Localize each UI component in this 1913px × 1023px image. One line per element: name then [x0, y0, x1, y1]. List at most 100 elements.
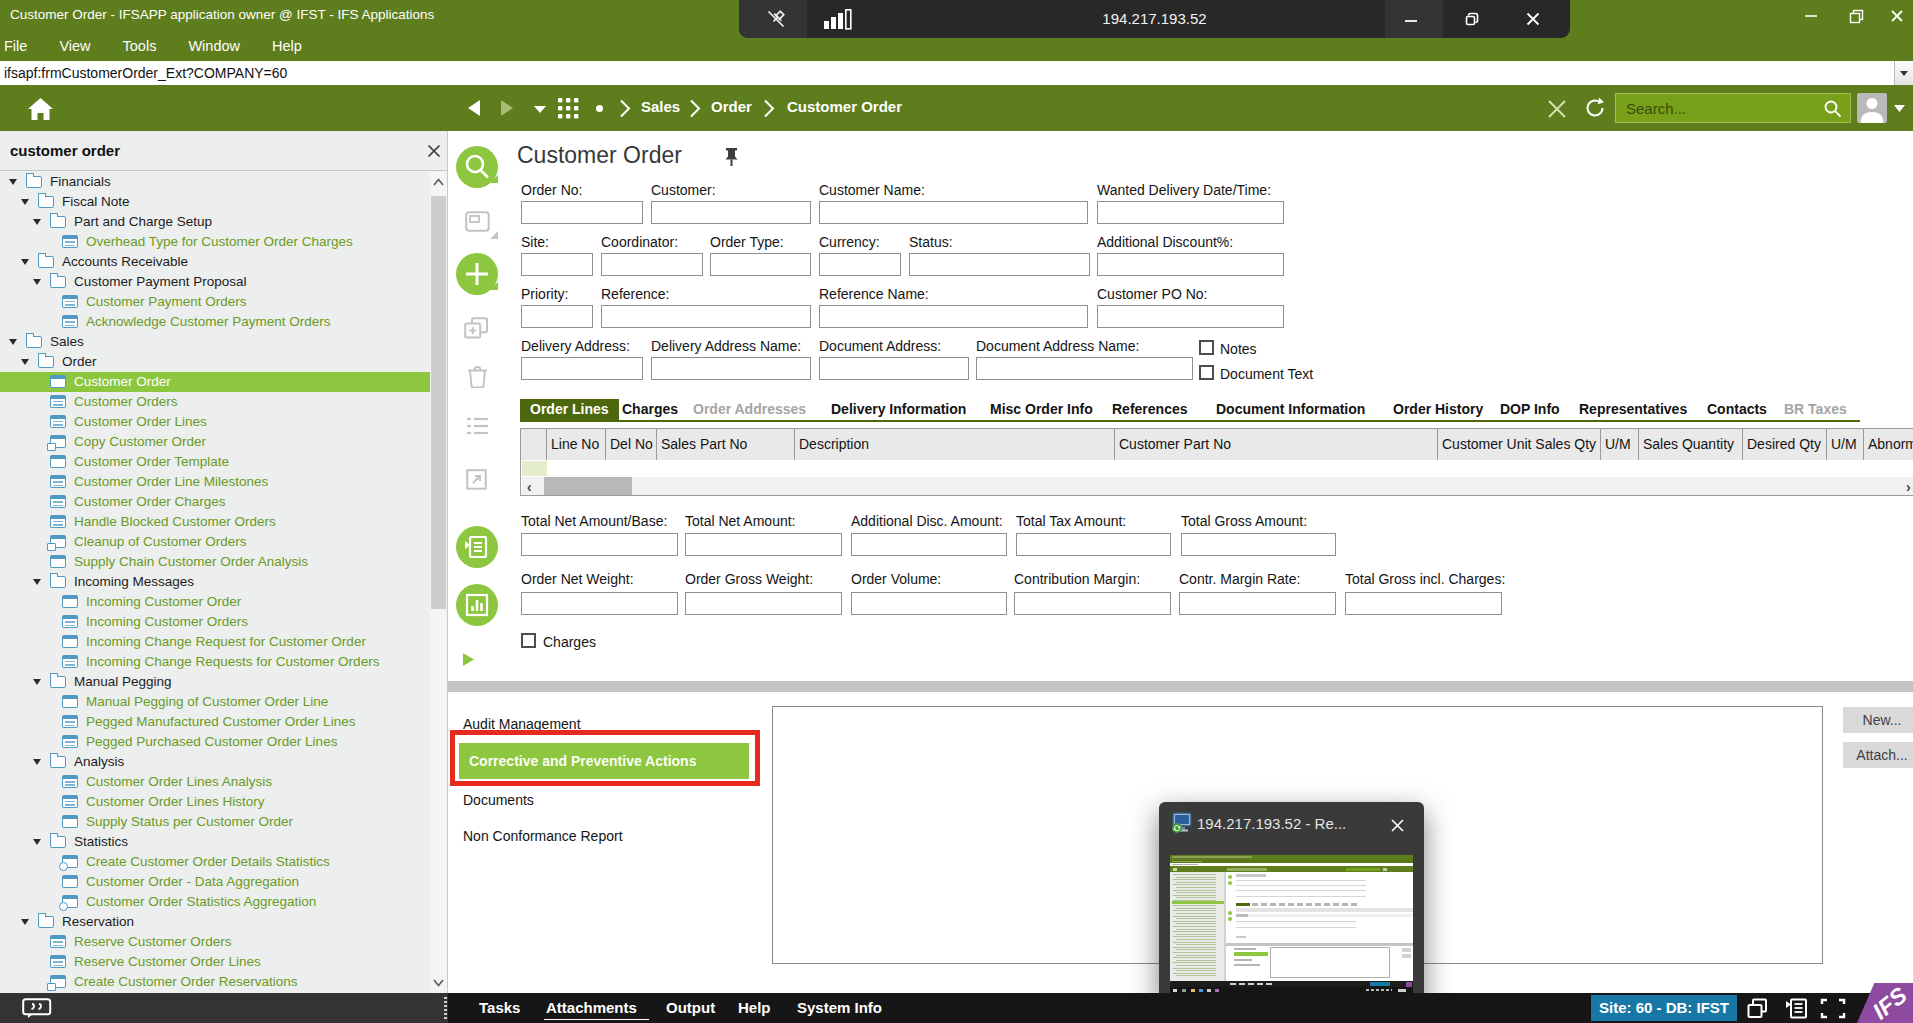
order-gross-weight-field[interactable]: [685, 592, 842, 615]
tree-item[interactable]: Customer Orders: [0, 392, 430, 412]
close-page-icon[interactable]: [1546, 98, 1568, 120]
delete-record-icon[interactable]: [467, 364, 488, 388]
column-header[interactable]: [521, 429, 547, 460]
column-header[interactable]: Sales Quantity: [1639, 429, 1743, 460]
tab-charges[interactable]: Charges: [622, 399, 678, 420]
feedback-bubble-icon[interactable]: [22, 998, 52, 1019]
tree-item[interactable]: Incoming Messages: [0, 572, 430, 592]
attachment-item-documents[interactable]: Documents: [463, 792, 534, 808]
scroll-down-icon[interactable]: [433, 979, 444, 987]
address-input[interactable]: ifsapf:frmCustomerOrder_Ext?COMPANY=60: [0, 61, 1894, 85]
window-minimize-icon[interactable]: [1803, 8, 1819, 24]
tab-contacts[interactable]: Contacts: [1707, 399, 1767, 420]
tree-item[interactable]: Financials: [0, 172, 430, 192]
global-search-box[interactable]: Search...: [1615, 93, 1851, 123]
tab-br-taxes[interactable]: BR Taxes: [1784, 399, 1847, 420]
statusbar-system-info[interactable]: System Info: [797, 999, 882, 1016]
tab-dop-info[interactable]: DOP Info: [1500, 399, 1560, 420]
coordinator-field[interactable]: [601, 253, 703, 276]
tree-item[interactable]: Supply Status per Customer Order: [0, 812, 430, 832]
tree-item[interactable]: Supply Chain Customer Order Analysis: [0, 552, 430, 572]
app-grid-icon[interactable]: [558, 98, 579, 119]
rdp-thumbnail-window[interactable]: 194.217.193.52 - Re...: [1159, 802, 1424, 1003]
tree-item[interactable]: Pegged Manufactured Customer Order Lines: [0, 712, 430, 732]
tab-order-addresses[interactable]: Order Addresses: [693, 399, 806, 420]
tab-order-lines[interactable]: Order Lines: [520, 399, 619, 420]
column-header[interactable]: Del No: [606, 429, 657, 460]
column-header[interactable]: U/M: [1601, 429, 1639, 460]
tab-representatives[interactable]: Representatives: [1579, 399, 1687, 420]
tree-item[interactable]: Pegged Purchased Customer Order Lines: [0, 732, 430, 752]
column-header[interactable]: Desired Qty: [1743, 429, 1827, 460]
new-button[interactable]: New...: [1843, 707, 1913, 733]
scroll-left-icon[interactable]: ‹: [527, 479, 532, 495]
clear-search-icon[interactable]: [427, 144, 441, 158]
total-gross-amount-field[interactable]: [1181, 533, 1336, 556]
customer-name-field[interactable]: [819, 201, 1088, 224]
menu-item[interactable]: Tools: [119, 38, 161, 54]
scroll-up-icon[interactable]: [433, 178, 444, 186]
note-icon[interactable]: [465, 211, 490, 232]
expand-arrow-icon[interactable]: [21, 919, 29, 925]
total-gross-incl-charges-field[interactable]: [1345, 592, 1502, 615]
menu-item[interactable]: View: [55, 38, 94, 54]
breadcrumb-order[interactable]: Order: [711, 98, 752, 115]
expand-arrow-icon[interactable]: [33, 759, 41, 765]
expand-arrow-icon[interactable]: [9, 179, 17, 185]
expand-toolbar-icon[interactable]: [462, 652, 475, 667]
total-tax-amount-field[interactable]: [1016, 533, 1171, 556]
column-header[interactable]: Customer Unit Sales Qty: [1438, 429, 1601, 460]
delivery-address-field[interactable]: [521, 357, 643, 380]
expand-arrow-icon[interactable]: [21, 259, 29, 265]
contr-margin-rate-field[interactable]: [1179, 592, 1336, 615]
tree-item[interactable]: Manual Pegging of Customer Order Line: [0, 692, 430, 712]
table-hscrollbar[interactable]: ‹ ›: [522, 477, 1913, 495]
statusbar-attachments[interactable]: Attachments: [546, 999, 637, 1016]
rdp-restore-icon[interactable]: [1464, 11, 1480, 27]
document-address-field[interactable]: [819, 357, 969, 380]
back-icon[interactable]: [466, 99, 482, 117]
history-dropdown-icon[interactable]: [533, 105, 547, 114]
output-log-icon[interactable]: [1785, 998, 1808, 1019]
tree-item[interactable]: Sales: [0, 332, 430, 352]
status-field[interactable]: [909, 253, 1090, 276]
report-button[interactable]: [456, 526, 498, 568]
tab-document-information[interactable]: Document Information: [1216, 399, 1365, 420]
tree-item[interactable]: Part and Charge Setup: [0, 212, 430, 232]
tree-item[interactable]: Create Customer Order Details Statistics: [0, 852, 430, 872]
expand-arrow-icon[interactable]: [9, 339, 17, 345]
window-restore-icon[interactable]: [1849, 8, 1865, 24]
statusbar-help[interactable]: Help: [738, 999, 771, 1016]
expand-arrow-icon[interactable]: [21, 359, 29, 365]
window-close-icon[interactable]: [1889, 8, 1905, 24]
customer-po-field[interactable]: [1097, 305, 1284, 328]
search-dropdown-corner-icon[interactable]: [490, 175, 498, 183]
analyze-button[interactable]: [456, 584, 498, 626]
tree-item[interactable]: Copy Customer Order: [0, 432, 430, 452]
rdp-minimize-icon[interactable]: [1403, 11, 1419, 27]
tree-item[interactable]: Reserve Customer Orders: [0, 932, 430, 952]
expand-arrow-icon[interactable]: [33, 679, 41, 685]
tree-item[interactable]: Customer Order Lines History: [0, 792, 430, 812]
list-view-icon[interactable]: [466, 416, 489, 436]
statusbar-output[interactable]: Output: [666, 999, 715, 1016]
row-selector-cell[interactable]: [522, 461, 547, 476]
column-header[interactable]: Description: [795, 429, 1115, 460]
tree-item[interactable]: Customer Order - Data Aggregation: [0, 872, 430, 892]
priority-field[interactable]: [521, 305, 593, 328]
user-menu-chevron-icon[interactable]: [1893, 104, 1906, 113]
breadcrumb-customer-order[interactable]: Customer Order: [787, 98, 902, 115]
home-icon[interactable]: [27, 97, 54, 121]
hscroll-thumb[interactable]: [544, 477, 632, 495]
tree-item[interactable]: Fiscal Note: [0, 192, 430, 212]
horizontal-splitter[interactable]: [448, 681, 1913, 692]
tree-item[interactable]: Analysis: [0, 752, 430, 772]
document-address-name-field[interactable]: [976, 357, 1193, 380]
expand-arrow-icon[interactable]: [21, 199, 29, 205]
tree-item[interactable]: Create Customer Order Reservations: [0, 972, 430, 992]
scroll-right-icon[interactable]: ›: [1906, 479, 1911, 495]
delivery-address-name-field[interactable]: [651, 357, 811, 380]
order-type-field[interactable]: [710, 253, 811, 276]
breadcrumb-sales[interactable]: Sales: [641, 98, 680, 115]
additional-discount-field[interactable]: [1097, 253, 1284, 276]
